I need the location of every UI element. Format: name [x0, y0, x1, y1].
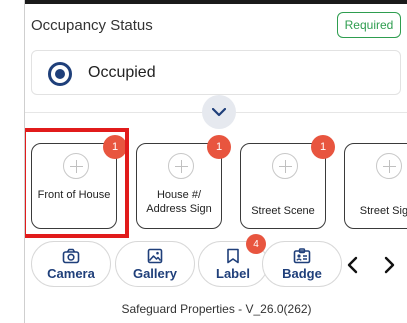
- label-label: Label: [216, 265, 250, 281]
- image-icon: [147, 248, 163, 263]
- photo-tile-label: Street Sign: [359, 205, 407, 217]
- gallery-label: Gallery: [132, 265, 178, 281]
- photo-tile-label: House #/ Address Sign: [146, 189, 212, 215]
- photo-tiles-row: Front of House 1 House #/ Address Sign 1…: [25, 128, 407, 238]
- label-count-badge: 4: [246, 234, 266, 254]
- count-badge: 1: [207, 135, 231, 159]
- occupancy-card: Occupancy Status Required Occupied Front…: [24, 0, 407, 323]
- id-badge-icon: [293, 247, 311, 263]
- badge-label: Badge: [282, 265, 322, 281]
- occupied-option-label: Occupied: [88, 64, 156, 81]
- bookmark-icon: [227, 248, 239, 263]
- photo-tile-label: Street Scene: [251, 205, 315, 217]
- gallery-button[interactable]: Gallery: [115, 241, 195, 287]
- occupied-option[interactable]: Occupied: [31, 50, 401, 95]
- plus-icon: [272, 153, 298, 179]
- count-badge: 1: [311, 135, 335, 159]
- plus-icon: [168, 153, 194, 179]
- top-border: [25, 0, 407, 4]
- selection-highlight: [25, 128, 129, 238]
- badge-button[interactable]: Badge: [262, 241, 342, 287]
- expand-button[interactable]: [202, 95, 236, 129]
- photo-tile-street-sign[interactable]: Street Sign: [344, 143, 407, 229]
- chevron-right-icon[interactable]: [381, 255, 397, 275]
- section-title: Occupancy Status: [31, 17, 153, 34]
- camera-icon: [62, 248, 80, 263]
- radio-selected-icon[interactable]: [48, 62, 72, 86]
- camera-button[interactable]: Camera: [31, 241, 111, 287]
- photo-tile-address-sign[interactable]: House #/ Address Sign: [136, 143, 222, 229]
- plus-icon: [376, 153, 402, 179]
- action-bar: Camera Gallery Label 4 Badge: [25, 234, 407, 293]
- chevron-left-icon[interactable]: [345, 255, 361, 275]
- chevron-down-icon: [212, 107, 226, 116]
- camera-label: Camera: [47, 265, 95, 281]
- footer-version: Safeguard Properties - V_26.0(262): [121, 302, 312, 316]
- required-badge: Required: [337, 12, 401, 38]
- photo-tile-street-scene[interactable]: Street Scene: [240, 143, 326, 229]
